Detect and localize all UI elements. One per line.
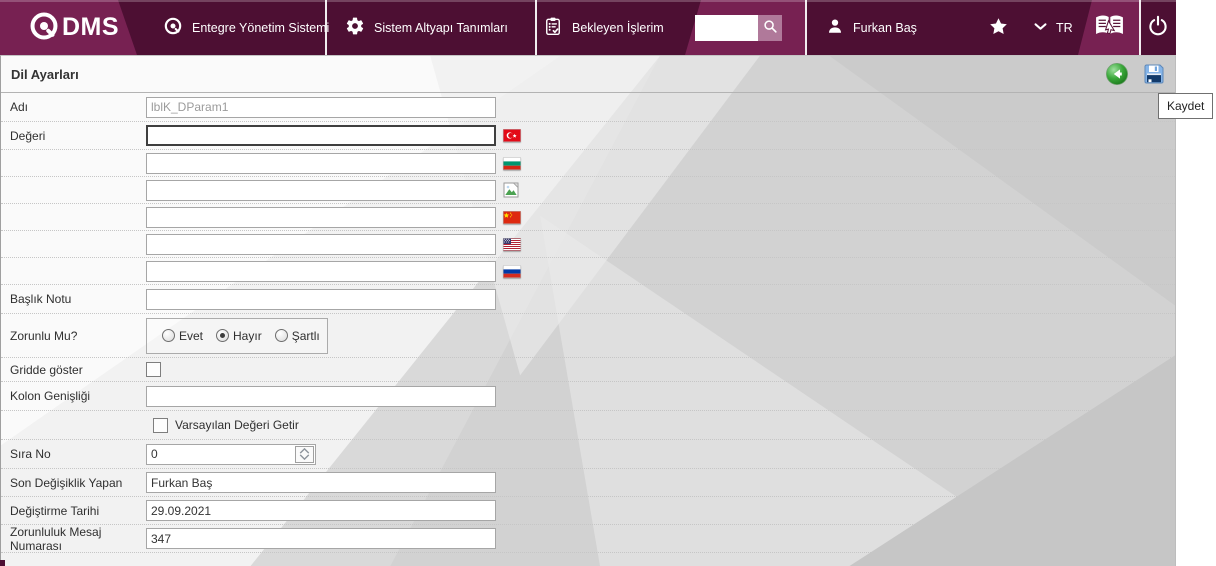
favorites-button[interactable] [988,0,1009,55]
form-row-degeri-bg [1,150,1175,177]
menu-label: Entegre Yönetim Sistemi [192,20,330,35]
field-label: Zorunluluk Mesaj Numarası [10,524,102,553]
form-row-son-degisiklik: Son Değişiklik Yapan [1,469,1175,497]
radio-evet[interactable]: Evet [162,329,203,343]
form-row-kolon-genisligi: Kolon Genişliği [1,382,1175,411]
field-label: Zorunlu Mu? [10,328,78,343]
power-icon [1147,15,1169,40]
menu-entegre-yonetim-sistemi[interactable]: Entegre Yönetim Sistemi [163,0,329,55]
menu-label: Sistem Altyapı Tanımları [374,20,508,35]
field-label: Sıra No [10,447,51,461]
form-row-sira-no: Sıra No [1,440,1175,469]
son-degisiklik-input[interactable] [146,472,496,493]
gridde-goster-checkbox[interactable] [146,362,161,377]
save-tooltip: Kaydet [1158,93,1214,119]
form-row-gridde-goster: Gridde göster [1,358,1175,382]
topbar-divider [1139,0,1141,55]
varsayilan-label: Varsayılan Değeri Getir [175,418,299,432]
missing-image-icon [503,182,519,198]
search-input[interactable] [695,14,758,41]
usa-flag-icon [503,237,521,251]
sira-no-field [146,443,316,465]
logout-button[interactable] [1147,0,1169,55]
turkey-flag-icon [503,129,521,142]
field-label: Gridde göster [10,362,83,377]
search-button[interactable] [758,14,782,41]
degeri-input-chinese[interactable] [146,206,496,228]
main-content: Dil Ayarları Adı lblK_DParam1 Değeri Baş… [0,55,1176,566]
field-label: Adı [10,100,29,114]
form-row-degeri-tr: Değeri [1,122,1175,150]
kolon-genisligi-input[interactable] [146,385,496,407]
menu-sistem-altyapi-tanimlari[interactable]: Sistem Altyapı Tanımları [345,0,508,55]
radio-hayir[interactable]: Hayır [216,329,262,343]
page-titlebar: Dil Ayarları [1,56,1175,93]
russia-flag-icon [503,264,521,278]
user-icon [826,17,844,38]
degeri-input-turkish[interactable] [146,125,496,146]
degeri-input-3[interactable] [146,179,496,201]
degeri-input-bulgarian[interactable] [146,152,496,174]
radio-sartli[interactable]: Şartlı [274,329,320,343]
form-row-degistirme-tarihi: Değiştirme Tarihi [1,497,1175,525]
baslik-notu-input[interactable] [146,288,496,310]
form-row-degeri-missing [1,177,1175,204]
number-spinner[interactable] [295,445,314,463]
topbar: DMS Entegre Yönetim Sistemi Sistem Altya… [0,0,1176,55]
form-row-degeri-cn [1,204,1175,231]
user-name: Furkan Baş [853,20,917,35]
form-row-baslik-notu: Başlık Notu [1,285,1175,314]
search-icon [762,18,779,38]
adi-input [146,96,496,118]
form-row-zorunluluk-mesaj: Zorunluluk Mesaj Numarası [1,525,1175,553]
qdms-circle-icon [163,16,183,39]
bulgaria-flag-icon [503,156,521,170]
help-documents-button[interactable] [1094,0,1125,55]
language-selector[interactable]: TR [1033,0,1073,55]
page-title: Dil Ayarları [11,66,79,82]
china-flag-icon [503,210,521,224]
radio-circle-selected[interactable] [216,329,230,342]
qdms-logo-icon [28,10,60,45]
app-logo-text: DMS [62,13,120,41]
zorunlu-mu-radio-group: Evet Hayır Şartlı [146,317,328,354]
radio-circle[interactable] [274,329,288,342]
form-row-zorunlu-mu: Zorunlu Mu? Evet Hayır Şartlı [1,314,1175,358]
app-window: DMS Entegre Yönetim Sistemi Sistem Altya… [0,0,1216,566]
form-row-varsayilan: Varsayılan Değeri Getir [1,411,1175,440]
user-menu[interactable]: Furkan Baş [826,0,917,55]
topbar-search [695,0,782,55]
degistirme-tarihi-input[interactable] [146,500,496,521]
field-label: Kolon Genişliği [10,389,91,403]
chevron-down-icon [1033,19,1048,37]
degeri-input-english[interactable] [146,233,496,255]
corner-chip [0,560,5,566]
field-label: Değiştirme Tarihi [10,503,100,518]
radio-circle[interactable] [162,329,175,342]
back-button[interactable] [1105,62,1129,86]
form-row-adi: Adı [1,93,1175,122]
gear-icon [345,16,365,39]
language-code: TR [1056,20,1073,35]
spinner-down-icon[interactable] [299,454,310,460]
field-label: Başlık Notu [10,292,72,306]
field-label: Son Değişiklik Yapan [10,475,123,490]
form: Adı Değeri [1,93,1175,553]
clipboard-check-icon [543,16,563,39]
form-row-degeri-us [1,231,1175,258]
menu-bekleyen-islerim[interactable]: Bekleyen İşlerim [543,0,664,55]
degeri-input-russian[interactable] [146,260,496,282]
form-row-degeri-ru [1,258,1175,285]
book-pointer-icon [1094,13,1125,43]
varsayilan-checkbox[interactable] [153,417,168,433]
topbar-divider [805,0,807,55]
star-icon [988,16,1009,40]
save-button[interactable] [1142,62,1166,86]
app-logo[interactable]: DMS [28,0,119,55]
field-label: Değeri [10,128,46,143]
sira-no-input[interactable] [146,443,316,465]
zorunluluk-mesaj-input[interactable] [146,528,496,549]
menu-label: Bekleyen İşlerim [572,20,664,35]
topbar-divider [535,0,537,55]
